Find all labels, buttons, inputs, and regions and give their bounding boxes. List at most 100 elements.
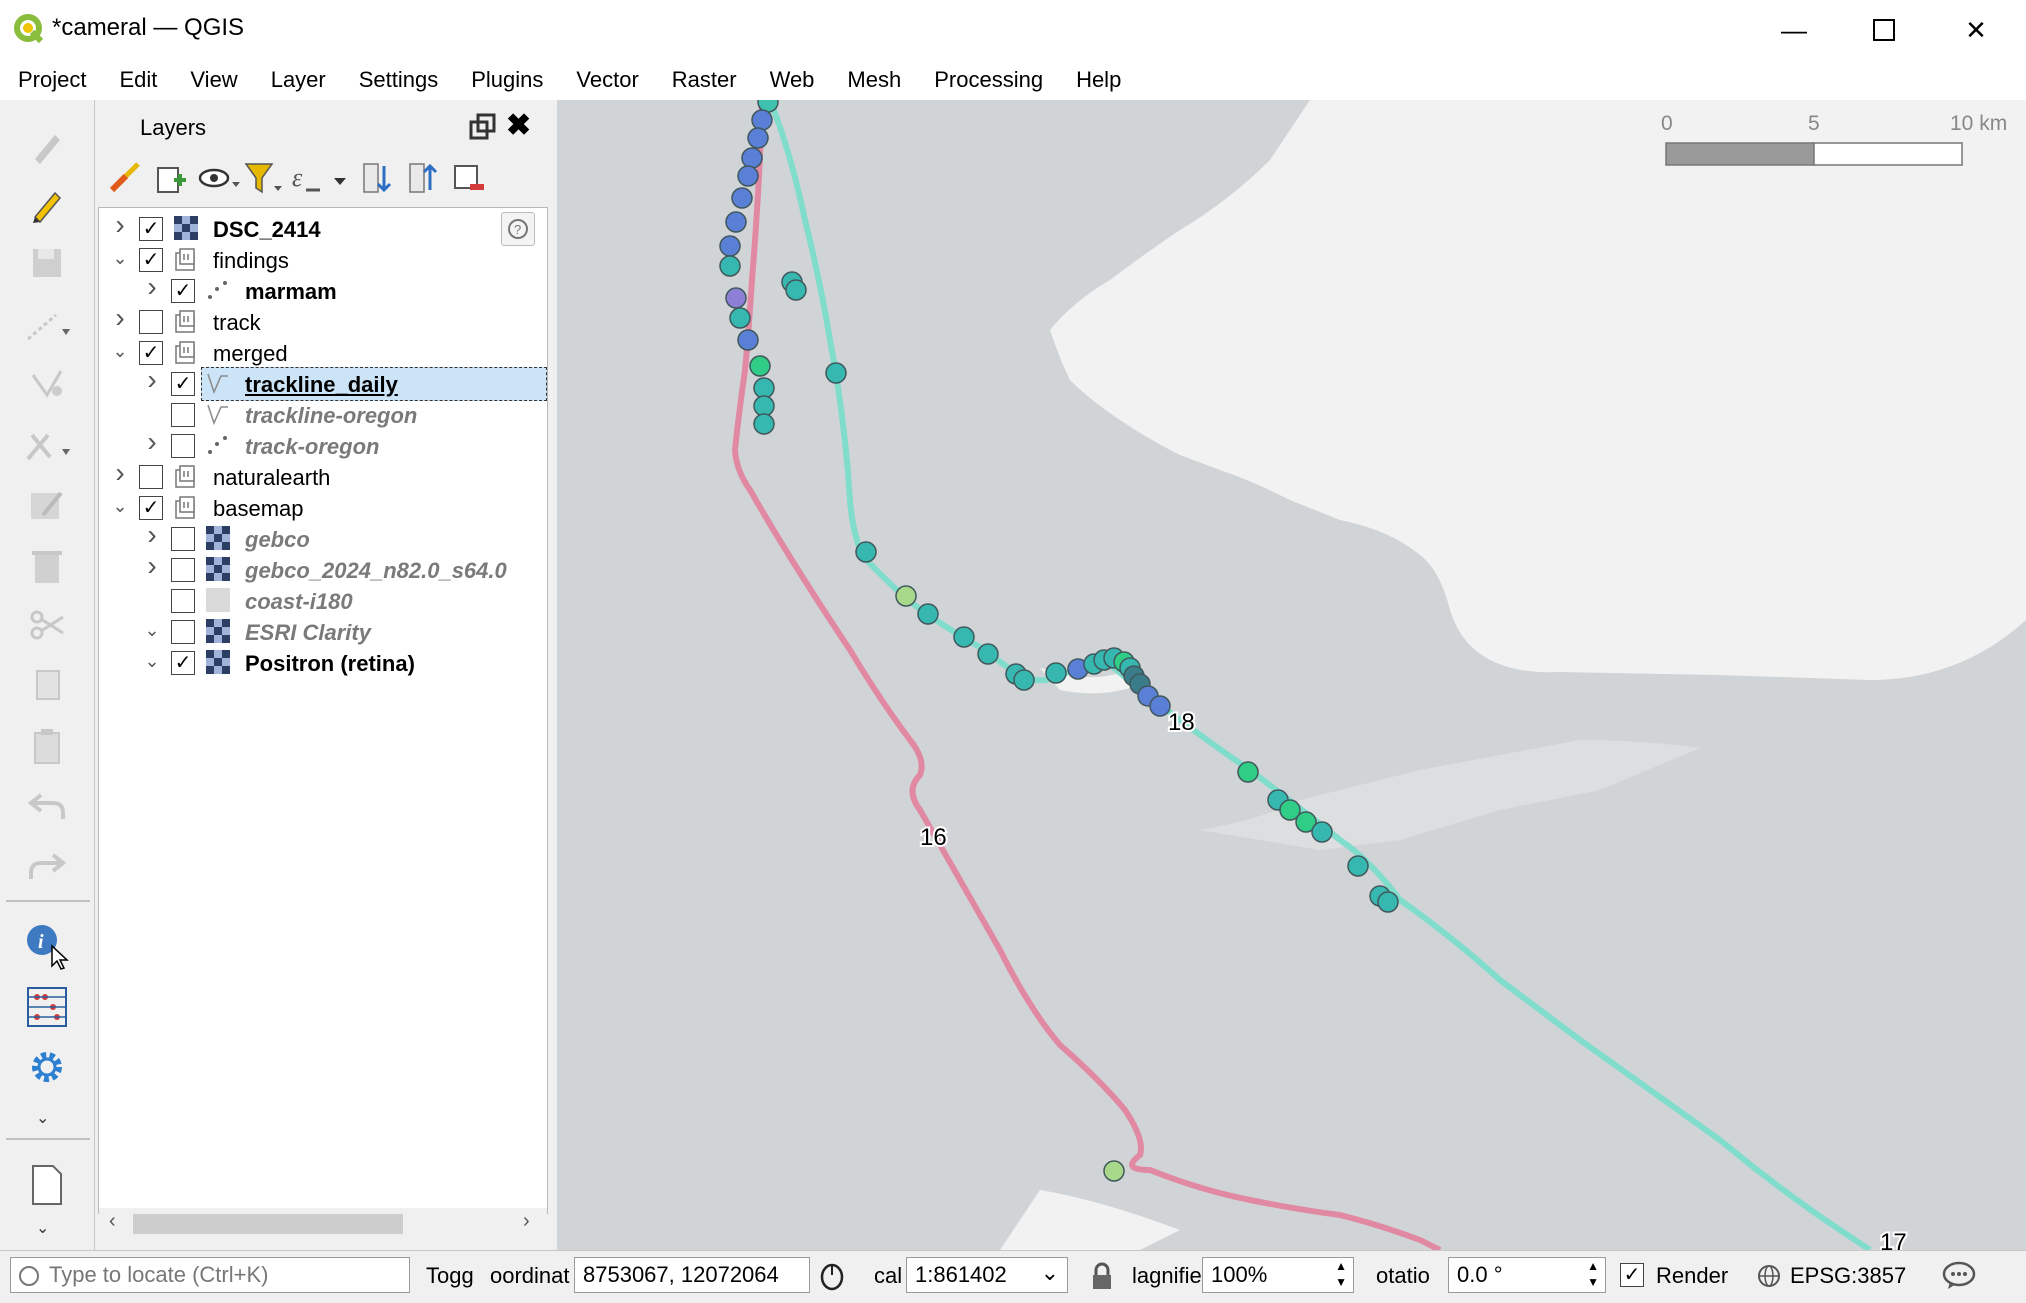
layer-visibility-checkbox[interactable] [171, 403, 195, 427]
paste-features-button[interactable] [22, 720, 72, 770]
toolbar-overflow-icon[interactable]: ⌄ [36, 1218, 49, 1238]
marmam-point[interactable] [977, 643, 999, 665]
spin-arrows-icon[interactable]: ▲ ▼ [1587, 1258, 1599, 1290]
delete-selected-button[interactable] [22, 540, 72, 590]
scroll-right-icon[interactable]: › [523, 1210, 530, 1233]
cut-features-button[interactable] [22, 600, 72, 650]
menu-edit[interactable]: Edit [101, 67, 172, 93]
layer-visibility-checkbox[interactable] [171, 620, 195, 644]
chevron-down-icon[interactable]: ⌄ [109, 340, 131, 362]
maximize-button[interactable] [1838, 0, 1930, 60]
menu-plugins[interactable]: Plugins [453, 67, 558, 93]
style-manager-button[interactable] [108, 160, 148, 200]
horizontal-scrollbar[interactable]: ‹ › [99, 1208, 547, 1238]
marmam-point[interactable] [725, 287, 747, 309]
filter-by-expression-button[interactable]: ε [290, 160, 350, 200]
menu-web[interactable]: Web [752, 67, 830, 93]
marmam-point[interactable] [751, 109, 773, 131]
marmam-point[interactable] [753, 413, 775, 435]
layer-visibility-checkbox[interactable]: ✓ [171, 372, 195, 396]
marmam-point[interactable] [895, 585, 917, 607]
expand-all-button[interactable] [360, 160, 396, 200]
layer-visibility-checkbox[interactable] [171, 589, 195, 613]
undo-button[interactable] [22, 780, 72, 830]
layer-visibility-checkbox[interactable] [171, 558, 195, 582]
marmam-point[interactable] [1237, 761, 1259, 783]
menu-help[interactable]: Help [1058, 67, 1136, 93]
marmam-point[interactable] [725, 211, 747, 233]
marmam-point[interactable] [719, 255, 741, 277]
toggle-editing-button[interactable] [22, 180, 72, 230]
marmam-point[interactable] [747, 127, 769, 149]
menu-project[interactable]: Project [0, 67, 101, 93]
chevron-right-icon[interactable]: › [141, 428, 163, 456]
marmam-point[interactable] [1149, 695, 1171, 717]
layer-visibility-checkbox[interactable] [171, 527, 195, 551]
chevron-down-icon[interactable]: ⌄ [141, 619, 163, 641]
marmam-point[interactable] [917, 603, 939, 625]
chevron-right-icon[interactable]: › [141, 366, 163, 394]
marmam-point[interactable] [729, 307, 751, 329]
save-edits-button[interactable] [22, 238, 72, 288]
toggle-extents-label[interactable]: Togg [426, 1263, 474, 1289]
collapse-all-button[interactable] [406, 160, 442, 200]
advanced-digitizing-button[interactable] [22, 420, 72, 470]
copy-features-button[interactable] [22, 660, 72, 710]
add-line-button[interactable] [22, 300, 72, 350]
coordinate-field[interactable]: 8753067, 12072064 [574, 1257, 810, 1293]
marmam-point[interactable] [855, 541, 877, 563]
menu-view[interactable]: View [172, 67, 252, 93]
layer-visibility-checkbox[interactable]: ✓ [139, 496, 163, 520]
vertex-tool-button[interactable] [22, 360, 72, 410]
current-edits-button[interactable] [22, 122, 72, 172]
redo-button[interactable] [22, 840, 72, 890]
render-checkbox[interactable]: ✓ [1620, 1263, 1644, 1287]
filter-legend-button[interactable] [244, 160, 284, 200]
marmam-point[interactable] [953, 626, 975, 648]
chevron-down-icon[interactable]: ⌄ [141, 650, 163, 672]
chevron-down-icon[interactable]: ⌄ [109, 247, 131, 269]
map-canvas[interactable]: 16 18 17 0 5 10 km [557, 100, 2026, 1250]
minimize-button[interactable]: — [1748, 0, 1840, 60]
marmam-point[interactable] [731, 187, 753, 209]
layer-visibility-checkbox[interactable] [139, 310, 163, 334]
layer-row-positron-retina-[interactable]: ⌄ ✓ Positron (retina) [99, 644, 547, 684]
chevron-down-icon[interactable]: ⌄ [109, 495, 131, 517]
menu-settings[interactable]: Settings [341, 67, 454, 93]
layer-visibility-checkbox[interactable]: ✓ [171, 279, 195, 303]
scroll-left-icon[interactable]: ‹ [109, 1210, 116, 1233]
marmam-point[interactable] [749, 355, 771, 377]
chevron-right-icon[interactable]: › [141, 552, 163, 580]
modify-attributes-button[interactable] [22, 480, 72, 530]
close-panel-button[interactable]: ✖ [506, 111, 536, 142]
rotation-spinbox[interactable]: 0.0 ° ▲ ▼ [1448, 1257, 1606, 1293]
marmam-point[interactable] [1045, 662, 1067, 684]
map-svg[interactable]: 16 18 17 0 5 10 km [557, 100, 2026, 1250]
spin-arrows-icon[interactable]: ▲ ▼ [1335, 1258, 1347, 1290]
scrollbar-thumb[interactable] [133, 1214, 403, 1234]
marmam-point[interactable] [1013, 669, 1035, 691]
locator-field[interactable]: Type to locate (Ctrl+K) [10, 1257, 410, 1293]
marmam-point[interactable] [785, 279, 807, 301]
chevron-right-icon[interactable]: › [109, 211, 131, 239]
layer-visibility-checkbox[interactable]: ✓ [139, 248, 163, 272]
chevron-right-icon[interactable]: › [109, 459, 131, 487]
chevron-right-icon[interactable]: › [109, 304, 131, 332]
layer-visibility-checkbox[interactable] [139, 465, 163, 489]
marmam-point[interactable] [1377, 891, 1399, 913]
messages-button[interactable] [1942, 1261, 1976, 1291]
lock-scale-button[interactable] [1090, 1261, 1114, 1291]
marmam-point[interactable] [1311, 821, 1333, 843]
magnifier-spinbox[interactable]: 100% ▲ ▼ [1202, 1257, 1354, 1293]
options-button[interactable] [22, 1042, 72, 1092]
marmam-point[interactable] [1103, 1160, 1125, 1182]
layer-visibility-checkbox[interactable]: ✓ [139, 341, 163, 365]
menu-raster[interactable]: Raster [654, 67, 752, 93]
toolbar-overflow-icon[interactable]: ⌄ [36, 1108, 49, 1128]
menu-mesh[interactable]: Mesh [829, 67, 916, 93]
remove-layer-button[interactable] [452, 160, 488, 200]
layer-visibility-checkbox[interactable] [171, 434, 195, 458]
layer-visibility-checkbox[interactable]: ✓ [171, 651, 195, 675]
add-group-button[interactable] [152, 160, 192, 200]
mouse-coords-toggle[interactable] [818, 1261, 846, 1291]
